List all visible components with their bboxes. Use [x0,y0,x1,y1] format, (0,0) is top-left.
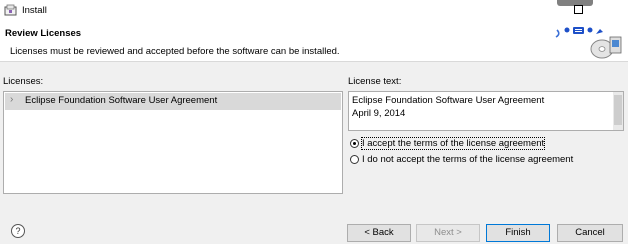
radio-selected-icon [350,139,359,148]
license-text-label: License text: [348,76,402,87]
license-text-area[interactable]: Eclipse Foundation Software User Agreeme… [348,91,624,131]
help-button[interactable]: ? [11,224,25,238]
license-text-line: April 9, 2014 [352,108,406,119]
window-title: Install [22,5,47,16]
decline-radio-label: I do not accept the terms of the license… [362,154,574,165]
license-text-scrollbar[interactable] [613,92,623,130]
page-title: Review Licenses [5,28,82,39]
wizard-header: Review Licenses Licenses must be reviewe… [0,22,628,62]
radio-empty-icon [350,155,359,164]
license-text-line: Eclipse Foundation Software User Agreeme… [352,95,545,106]
install-banner-icon [555,27,622,59]
page-description: Licenses must be reviewed and accepted b… [10,46,340,57]
install-app-icon [4,4,17,16]
finish-button[interactable]: Finish [486,224,550,242]
chevron-right-icon[interactable]: › [10,94,13,105]
maximize-button[interactable] [568,0,590,22]
licenses-tree[interactable]: › Eclipse Foundation Software User Agree… [3,91,343,194]
cancel-button[interactable]: Cancel [557,224,623,242]
title-bar: Install [0,0,628,22]
accept-radio-label: I accept the terms of the license agreem… [360,137,546,150]
back-button[interactable]: < Back [347,224,411,242]
maximize-icon [574,5,583,14]
licenses-label: Licenses: [3,76,44,87]
license-tree-item[interactable]: › Eclipse Foundation Software User Agree… [5,93,341,110]
next-button[interactable]: Next > [416,224,480,242]
license-item-label: Eclipse Foundation Software User Agreeme… [25,95,218,106]
scrollbar-thumb[interactable] [614,95,622,125]
